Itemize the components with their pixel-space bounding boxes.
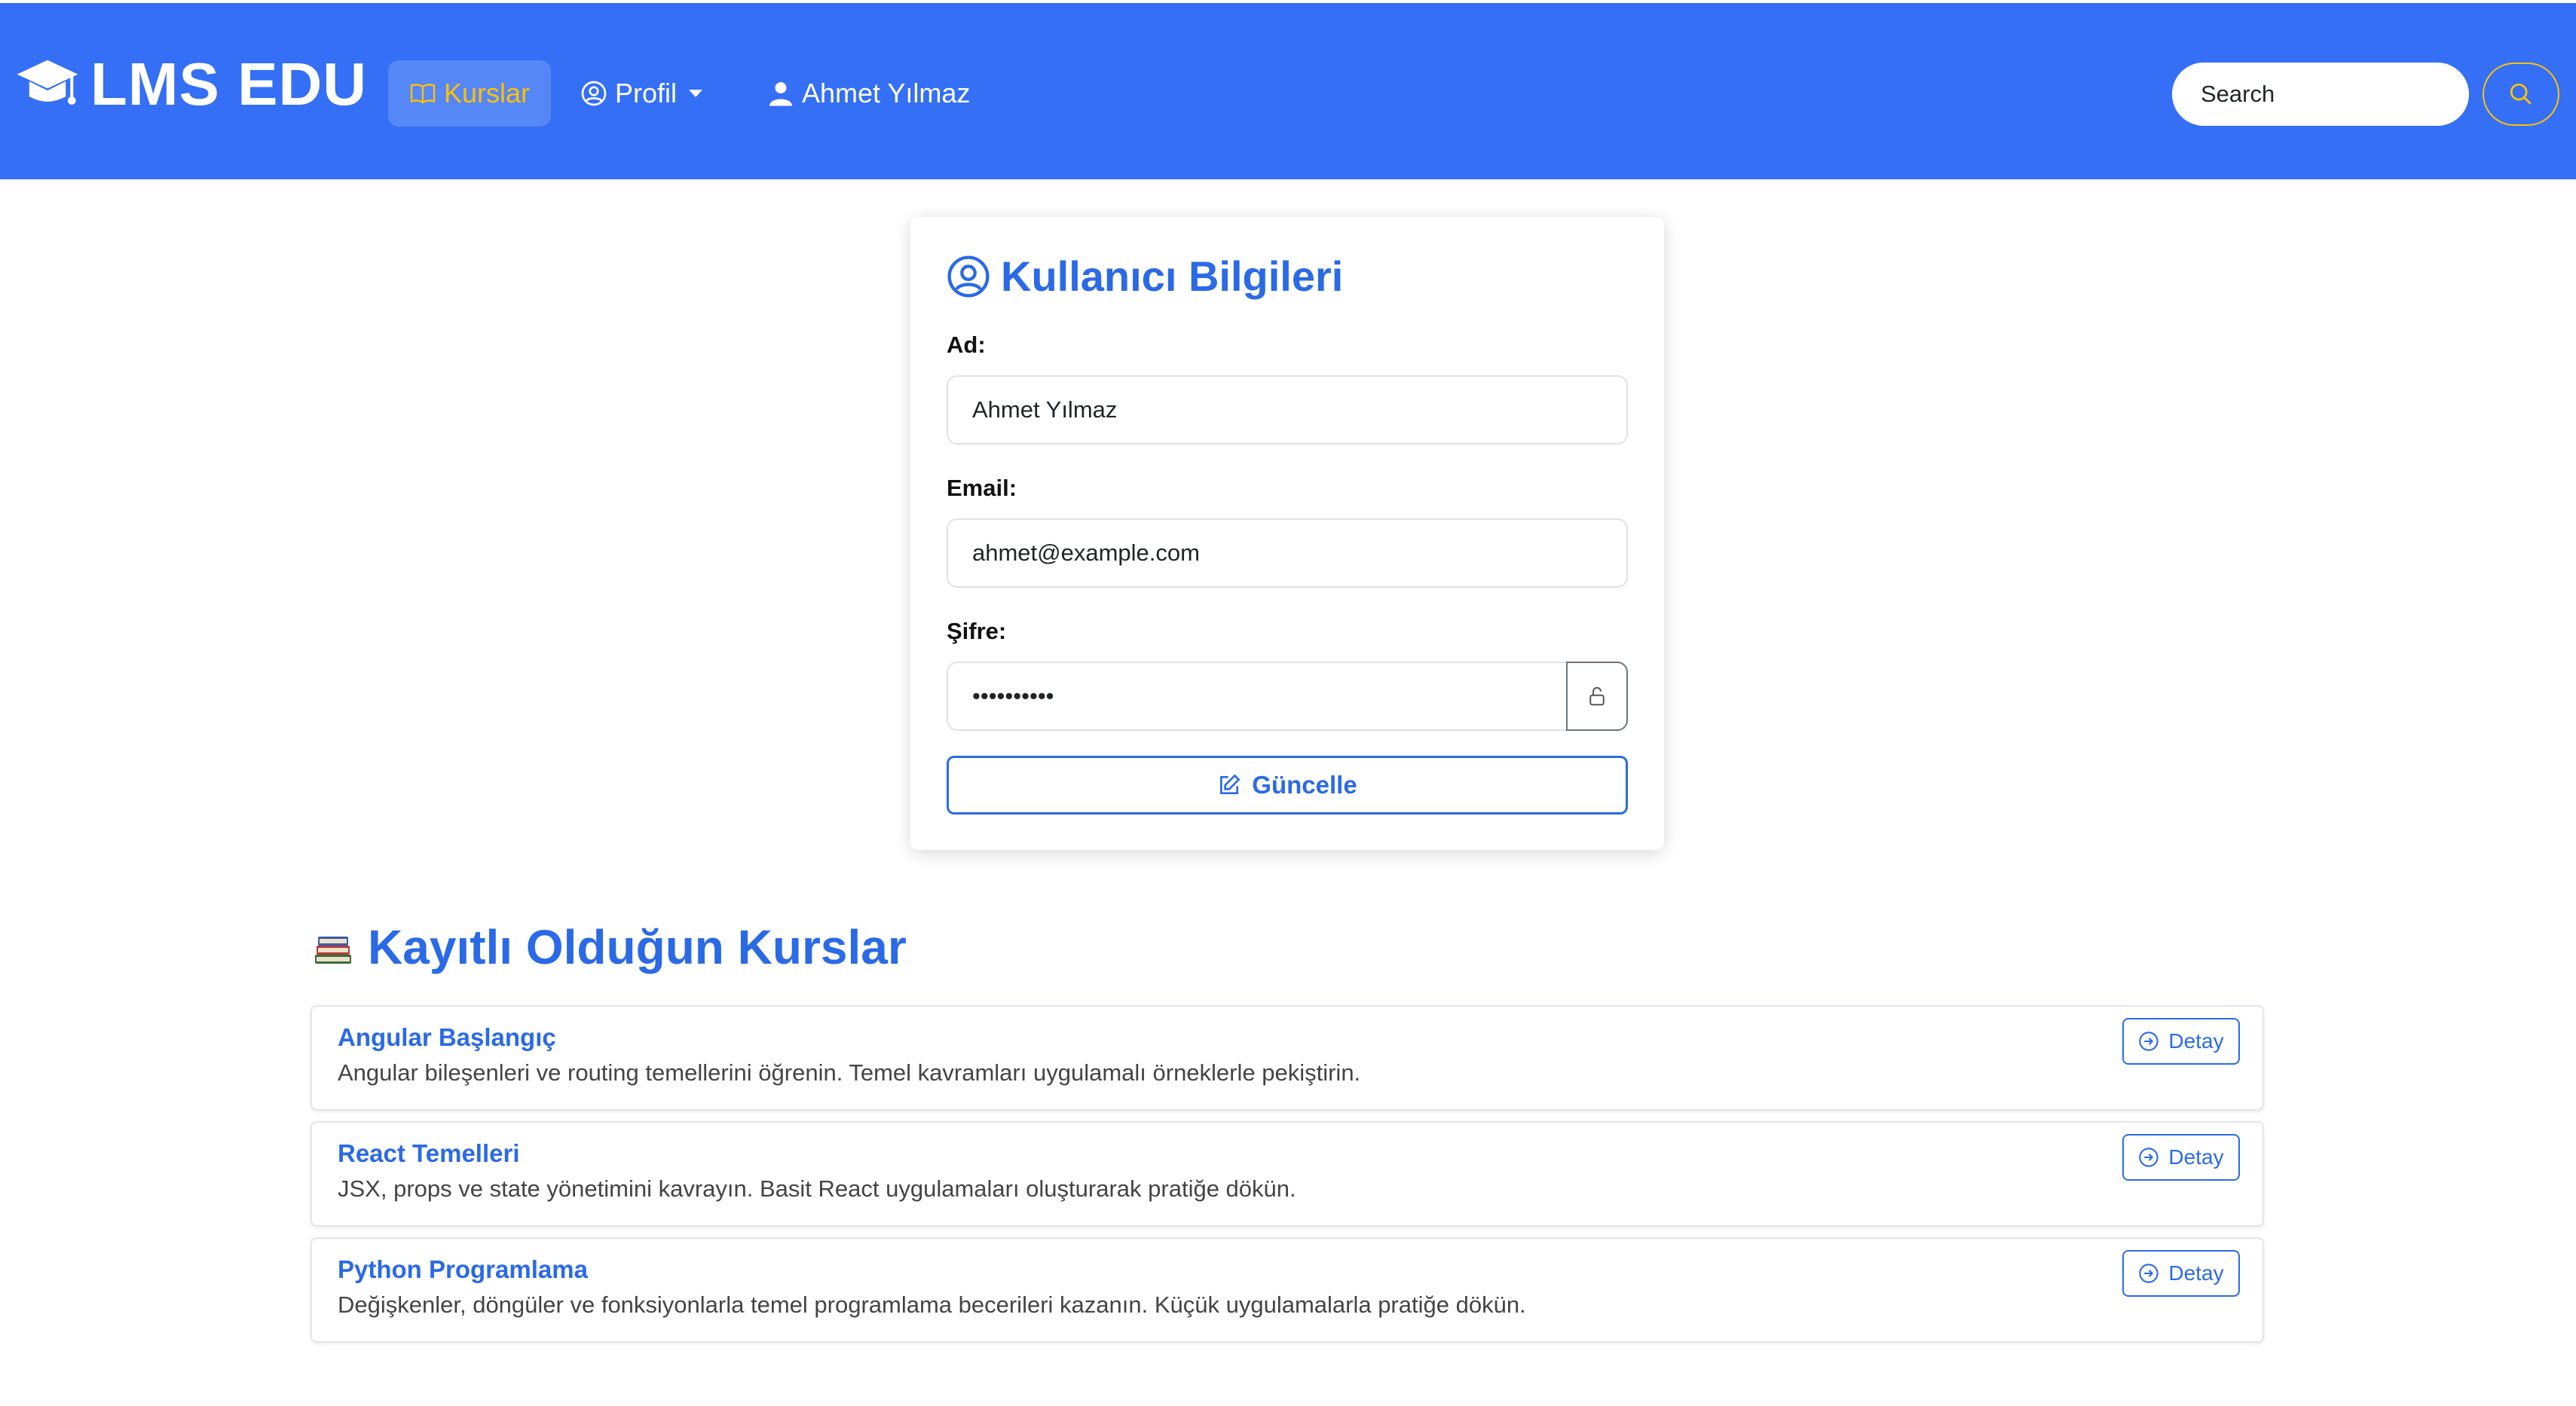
password-label: Şifre:: [947, 618, 1007, 644]
course-description: Angular bileşenleri ve routing temelleri…: [338, 1059, 1361, 1086]
arrow-right-circle-icon: [2139, 1264, 2159, 1283]
detail-button-label: Detay: [2168, 1145, 2224, 1169]
unlock-icon: [1589, 686, 1605, 706]
detail-button-label: Detay: [2168, 1261, 2224, 1285]
update-button[interactable]: Güncelle: [947, 756, 1628, 815]
detail-button[interactable]: Detay: [2122, 1134, 2240, 1181]
nav-user-name: Ahmet Yılmaz: [802, 78, 971, 109]
search-button[interactable]: [2483, 63, 2559, 126]
name-label: Ad:: [947, 332, 986, 358]
card-heading: Kullanıcı Bilgileri: [947, 255, 1343, 298]
profile-card: Kullanıcı Bilgileri Ad: Email: Şifre: Gü…: [910, 217, 1664, 850]
courses-heading: Kayıtlı Olduğun Kurslar: [311, 923, 907, 971]
course-card: React Temelleri JSX, props ve state yöne…: [311, 1121, 2264, 1227]
card-title: Kullanıcı Bilgileri: [1001, 252, 1344, 300]
course-title[interactable]: Python Programlama: [338, 1255, 588, 1284]
arrow-right-circle-icon: [2139, 1032, 2159, 1051]
password-toggle-button[interactable]: [1566, 662, 1628, 731]
course-title[interactable]: React Temelleri: [338, 1139, 520, 1168]
caret-down-icon: [689, 90, 703, 97]
update-button-label: Güncelle: [1252, 771, 1357, 799]
nav-user[interactable]: Ahmet Yılmaz: [767, 60, 970, 127]
brand[interactable]: LMS EDU: [15, 47, 367, 122]
arrow-right-circle-icon: [2139, 1148, 2159, 1167]
nav-profil-label: Profil: [615, 78, 678, 109]
course-description: JSX, props ve state yönetimini kavrayın.…: [338, 1175, 1296, 1202]
detail-button[interactable]: Detay: [2122, 1018, 2240, 1065]
detail-button[interactable]: Detay: [2122, 1250, 2240, 1297]
courses-title: Kayıtlı Olduğun Kurslar: [368, 920, 907, 974]
brand-name: LMS EDU: [90, 50, 367, 118]
user-circle-icon: [947, 255, 990, 298]
course-card: Python Programlama Değişkenler, döngüler…: [311, 1237, 2264, 1343]
book-icon: [410, 84, 436, 104]
top-navbar: LMS EDU Kurslar Profil Ahmet Yılmaz: [0, 0, 2576, 179]
graduation-cap-icon: [17, 60, 78, 105]
name-field[interactable]: [947, 375, 1628, 445]
books-emoji-icon: [315, 937, 351, 964]
course-title[interactable]: Angular Başlangıç: [338, 1023, 556, 1052]
course-card: Angular Başlangıç Angular bileşenleri ve…: [311, 1005, 2264, 1111]
nav-kurslar[interactable]: Kurslar: [388, 60, 551, 127]
nav-profil-dropdown[interactable]: Profil: [580, 60, 703, 127]
email-field[interactable]: [947, 518, 1628, 588]
course-description: Değişkenler, döngüler ve fonksiyonlarla …: [338, 1291, 1526, 1318]
password-group: [947, 662, 1628, 731]
search-icon: [2510, 83, 2532, 105]
person-icon: [769, 82, 792, 106]
nav-kurslar-label: Kurslar: [443, 78, 531, 109]
pencil-square-icon: [1220, 774, 1241, 794]
email-label: Email:: [947, 475, 1017, 501]
search-input[interactable]: [2172, 63, 2469, 126]
password-field[interactable]: [947, 662, 1566, 731]
detail-button-label: Detay: [2168, 1029, 2224, 1053]
user-circle-icon: [581, 81, 607, 106]
